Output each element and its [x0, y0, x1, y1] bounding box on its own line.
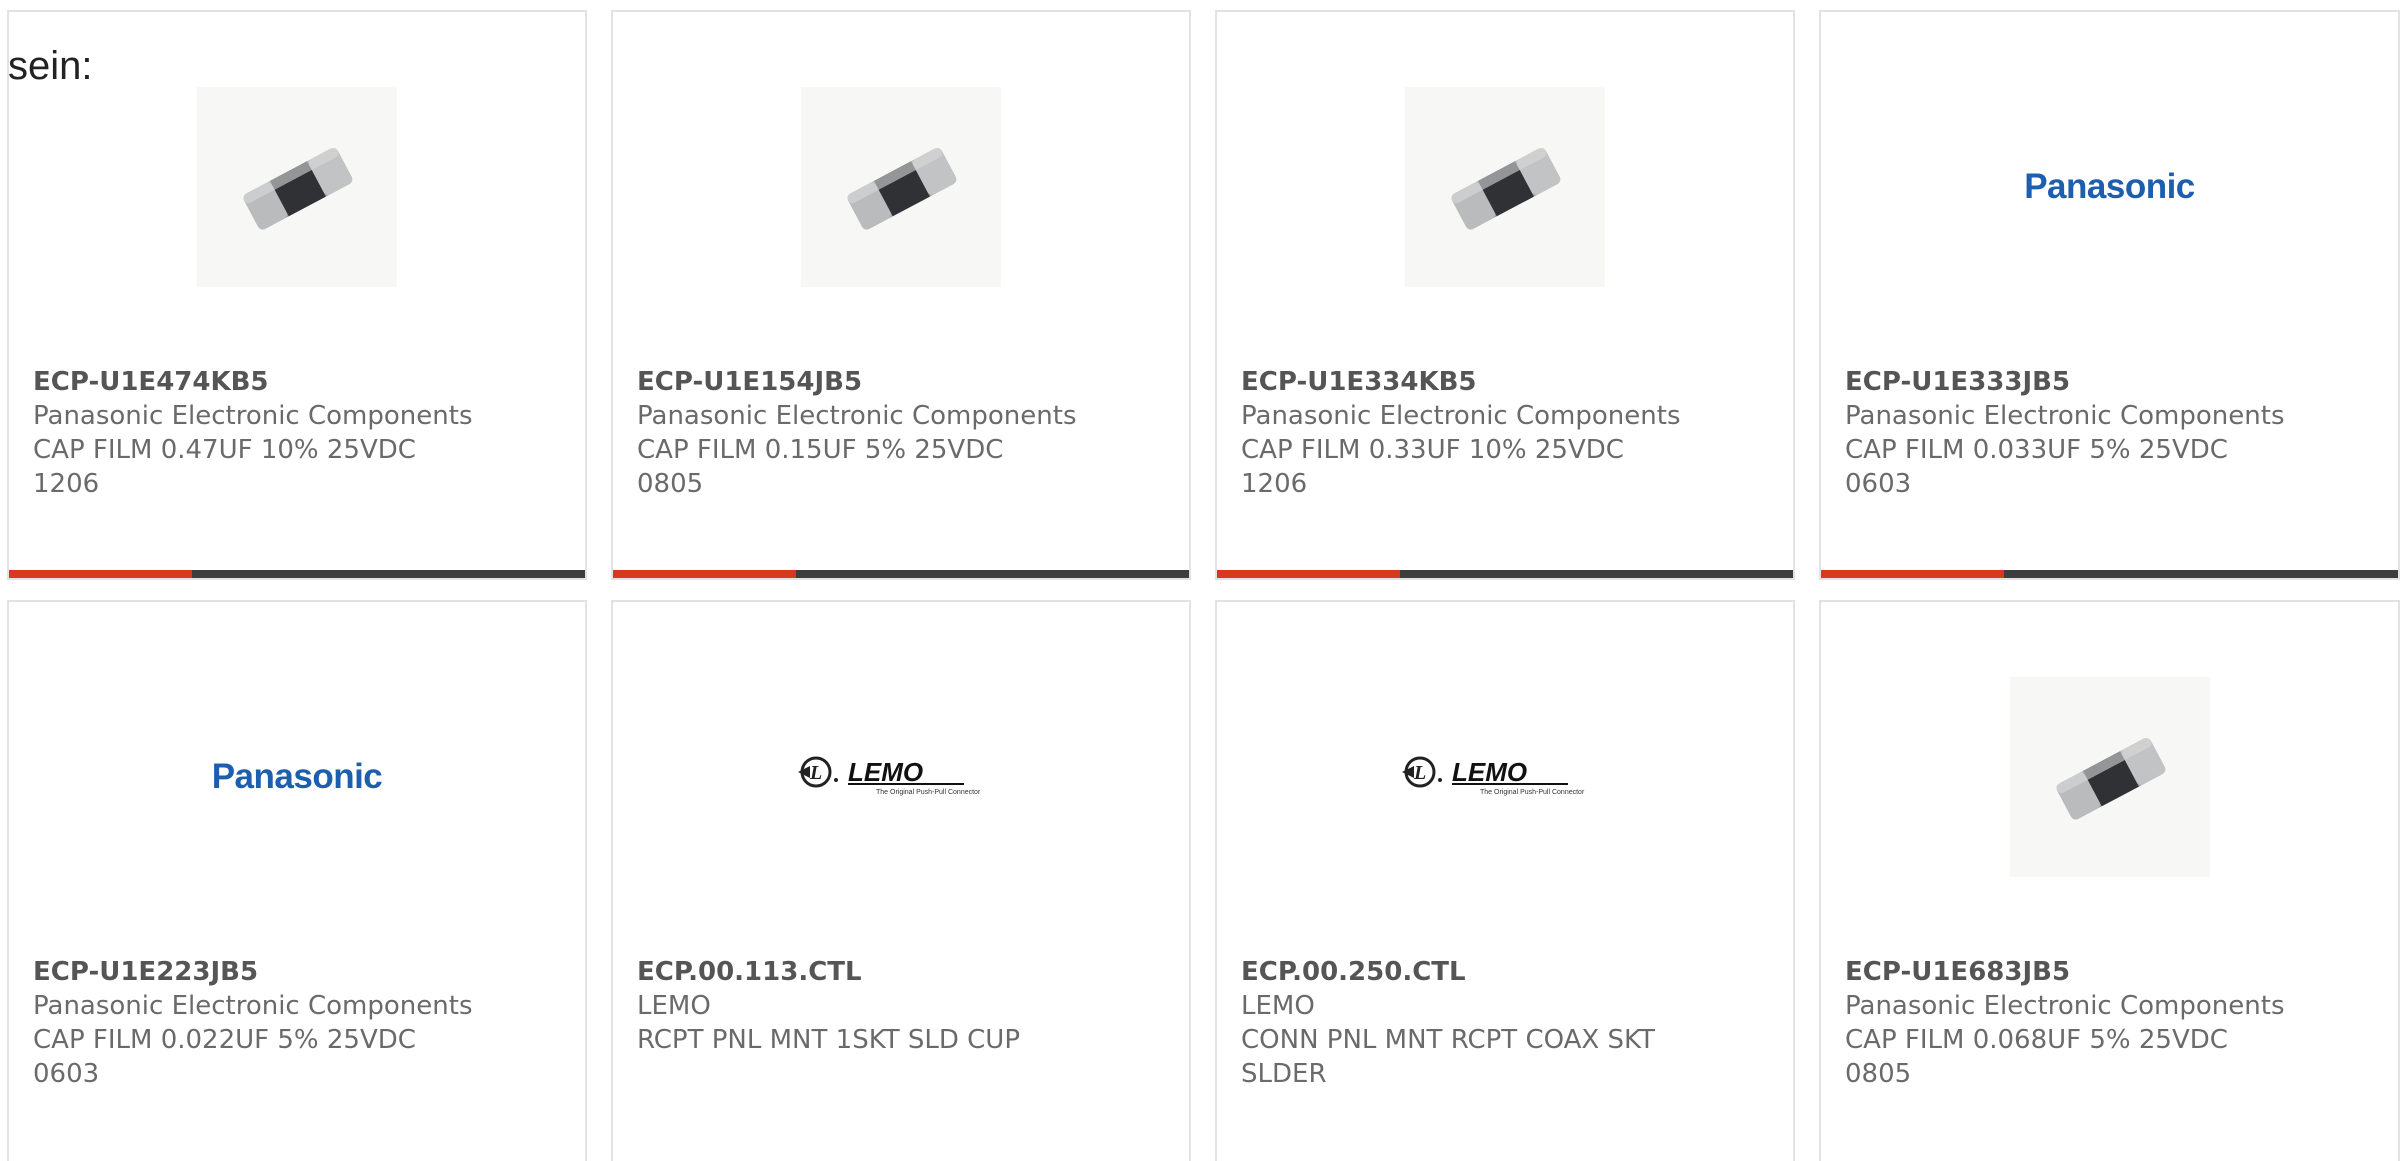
description-line: RCPT PNL MNT 1SKT SLD CUP	[637, 1025, 1021, 1055]
product-image[interactable]	[613, 82, 1189, 292]
product-image[interactable]: L LEMO The Original Push-Pull Connector	[613, 672, 1189, 882]
chip-capacitor-icon	[243, 147, 353, 230]
manufacturer: Panasonic Electronic Components	[1845, 401, 2285, 431]
svg-text:LEMO: LEMO	[1452, 757, 1527, 787]
product-card[interactable]: L LEMO The Original Push-Pull Connector …	[1215, 600, 1795, 1161]
svg-text:The Original Push-Pull Connect: The Original Push-Pull Connector	[876, 789, 981, 796]
product-image[interactable]	[1217, 82, 1793, 292]
description-line: SLDER	[1241, 1059, 1327, 1089]
description-line: CONN PNL MNT RCPT COAX SKT	[1241, 1025, 1655, 1055]
description-line: CAP FILM 0.33UF 10% 25VDC	[1241, 435, 1624, 465]
product-card[interactable]: ECP-U1E154JB5 Panasonic Electronic Compo…	[611, 10, 1191, 580]
panasonic-logo: Panasonic	[211, 757, 383, 796]
description-line: 0603	[1845, 469, 1912, 499]
svg-text:L: L	[809, 762, 822, 784]
part-number[interactable]: ECP-U1E154JB5	[637, 365, 1173, 399]
part-number[interactable]: ECP-U1E334KB5	[1241, 365, 1777, 399]
manufacturer: Panasonic Electronic Components	[33, 991, 473, 1021]
part-number[interactable]: ECP-U1E683JB5	[1845, 955, 2382, 989]
chip-capacitor-icon	[1451, 147, 1561, 230]
product-card[interactable]: Panasonic ECP-U1E223JB5 Panasonic Electr…	[7, 600, 587, 1161]
intro-text: sein:	[8, 44, 93, 88]
product-card[interactable]: L LEMO The Original Push-Pull Connector …	[611, 600, 1191, 1161]
card-divider	[1821, 570, 2398, 578]
card-divider	[1217, 570, 1793, 578]
part-number[interactable]: ECP.00.113.CTL	[637, 955, 1173, 989]
card-divider	[9, 570, 585, 578]
chip-capacitor-icon	[847, 147, 957, 230]
part-number[interactable]: ECP.00.250.CTL	[1241, 955, 1777, 989]
part-number[interactable]: ECP-U1E333JB5	[1845, 365, 2382, 399]
manufacturer: Panasonic Electronic Components	[637, 401, 1077, 431]
product-image[interactable]: Panasonic	[1821, 82, 2398, 292]
chip-capacitor-icon	[2056, 737, 2165, 820]
part-number[interactable]: ECP-U1E223JB5	[33, 955, 569, 989]
description-line: CAP FILM 0.15UF 5% 25VDC	[637, 435, 1004, 465]
product-image[interactable]	[1821, 672, 2398, 882]
product-card[interactable]: ECP-U1E334KB5 Panasonic Electronic Compo…	[1215, 10, 1795, 580]
product-card[interactable]: ECP-U1E474KB5 Panasonic Electronic Compo…	[7, 10, 587, 580]
panasonic-logo: Panasonic	[2024, 167, 2195, 206]
product-image[interactable]: L LEMO The Original Push-Pull Connector	[1217, 672, 1793, 882]
product-card[interactable]: Panasonic ECP-U1E333JB5 Panasonic Electr…	[1819, 10, 2400, 580]
manufacturer: Panasonic Electronic Components	[33, 401, 473, 431]
description-line: CAP FILM 0.033UF 5% 25VDC	[1845, 435, 2228, 465]
card-divider	[613, 570, 1189, 578]
manufacturer: LEMO	[637, 991, 711, 1021]
svg-text:L: L	[1413, 762, 1426, 784]
svg-text:The Original Push-Pull Connect: The Original Push-Pull Connector	[1480, 789, 1585, 796]
description-line: 1206	[1241, 469, 1308, 499]
part-number[interactable]: ECP-U1E474KB5	[33, 365, 569, 399]
lemo-logo-icon: L LEMO The Original Push-Pull Connector	[1402, 756, 1585, 796]
description-line: 0805	[637, 469, 704, 499]
manufacturer: Panasonic Electronic Components	[1241, 401, 1681, 431]
description-line: 0805	[1845, 1059, 1912, 1089]
svg-text:LEMO: LEMO	[848, 757, 923, 787]
description-line: CAP FILM 0.47UF 10% 25VDC	[33, 435, 416, 465]
description-line: CAP FILM 0.068UF 5% 25VDC	[1845, 1025, 2228, 1055]
manufacturer: Panasonic Electronic Components	[1845, 991, 2285, 1021]
lemo-logo-icon: L LEMO The Original Push-Pull Connector	[798, 756, 981, 796]
product-image[interactable]: Panasonic	[9, 672, 585, 882]
description-line: 1206	[33, 469, 100, 499]
description-line: CAP FILM 0.022UF 5% 25VDC	[33, 1025, 416, 1055]
product-image[interactable]	[9, 82, 585, 292]
description-line: 0603	[33, 1059, 100, 1089]
manufacturer: LEMO	[1241, 991, 1315, 1021]
product-card[interactable]: ECP-U1E683JB5 Panasonic Electronic Compo…	[1819, 600, 2400, 1161]
